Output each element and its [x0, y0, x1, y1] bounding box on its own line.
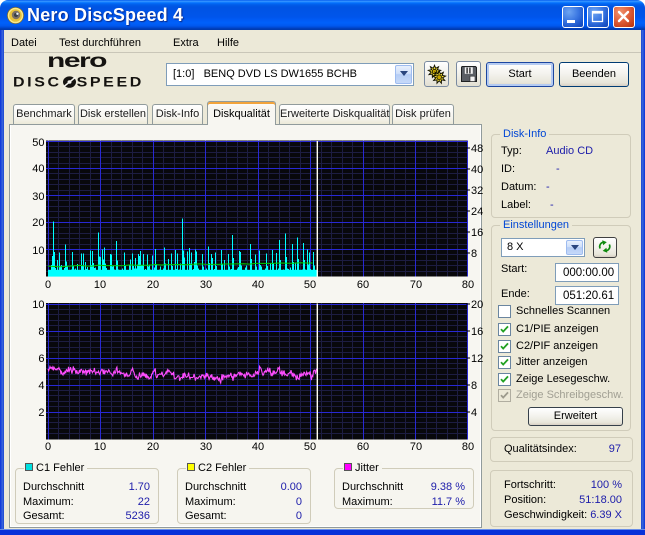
svg-text:20: 20 [471, 299, 483, 311]
svg-text:70: 70 [410, 441, 422, 453]
svg-text:8: 8 [38, 326, 44, 338]
svg-text:32: 32 [471, 185, 483, 197]
svg-text:10: 10 [94, 279, 106, 291]
svg-text:2: 2 [38, 407, 44, 419]
svg-text:20: 20 [32, 217, 44, 229]
svg-text:50: 50 [304, 279, 316, 291]
svg-text:10: 10 [32, 299, 44, 311]
svg-text:80: 80 [462, 279, 474, 291]
svg-text:30: 30 [200, 441, 212, 453]
svg-text:8: 8 [471, 248, 477, 260]
svg-text:80: 80 [462, 441, 474, 453]
svg-text:20: 20 [147, 441, 159, 453]
svg-text:6: 6 [38, 353, 44, 365]
svg-text:40: 40 [32, 163, 44, 175]
svg-text:8: 8 [471, 380, 477, 392]
svg-text:50: 50 [32, 137, 44, 149]
svg-text:16: 16 [471, 326, 483, 338]
svg-text:30: 30 [200, 279, 212, 291]
svg-text:20: 20 [147, 279, 159, 291]
svg-text:40: 40 [252, 441, 264, 453]
svg-text:0: 0 [45, 279, 51, 291]
svg-text:16: 16 [471, 227, 483, 239]
svg-text:0: 0 [45, 441, 51, 453]
svg-text:10: 10 [32, 245, 44, 257]
svg-text:4: 4 [38, 380, 44, 392]
svg-text:10: 10 [94, 441, 106, 453]
svg-text:50: 50 [304, 441, 316, 453]
svg-text:40: 40 [252, 279, 264, 291]
svg-text:60: 60 [357, 279, 369, 291]
svg-text:12: 12 [471, 353, 483, 365]
svg-text:30: 30 [32, 191, 44, 203]
svg-text:40: 40 [471, 164, 483, 176]
svg-text:70: 70 [410, 279, 422, 291]
svg-text:4: 4 [471, 407, 477, 419]
svg-text:24: 24 [471, 206, 483, 218]
svg-text:60: 60 [357, 441, 369, 453]
svg-text:48: 48 [471, 143, 483, 155]
